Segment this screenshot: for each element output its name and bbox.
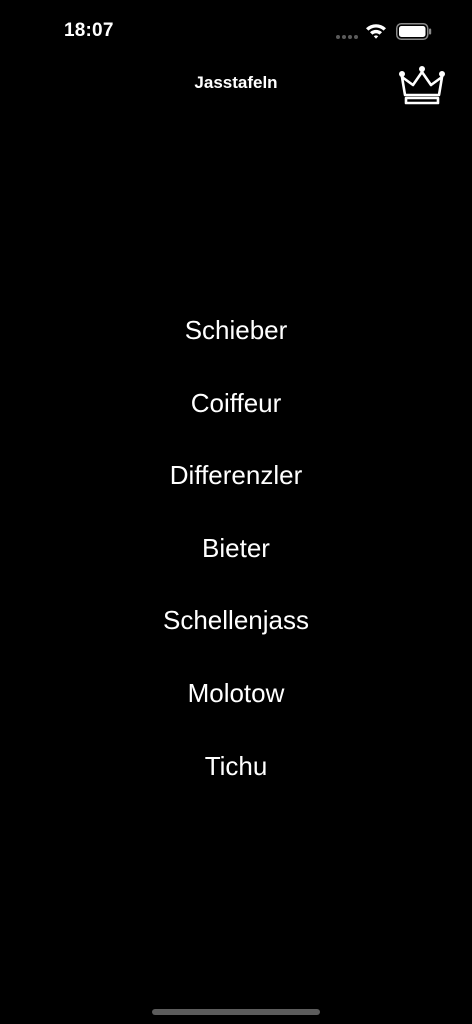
battery-icon: [396, 23, 432, 40]
menu-item-bieter[interactable]: Bieter: [0, 518, 472, 591]
menu-item-schellenjass[interactable]: Schellenjass: [0, 590, 472, 663]
home-indicator[interactable]: [152, 1009, 320, 1015]
wifi-icon: [366, 24, 386, 39]
crown-button[interactable]: [396, 62, 448, 108]
menu-item-differenzler[interactable]: Differenzler: [0, 445, 472, 518]
cellular-signal-icon: [336, 35, 358, 39]
status-time: 18:07: [64, 20, 114, 41]
menu-item-schieber[interactable]: Schieber: [0, 300, 472, 373]
navigation-bar: Jasstafeln: [0, 62, 472, 110]
menu-item-molotow[interactable]: Molotow: [0, 663, 472, 736]
crown-icon: [399, 66, 445, 105]
status-bar: 18:07: [0, 0, 472, 62]
menu-item-tichu[interactable]: Tichu: [0, 736, 472, 809]
game-menu: Schieber Coiffeur Differenzler Bieter Sc…: [0, 300, 472, 808]
menu-item-coiffeur[interactable]: Coiffeur: [0, 373, 472, 446]
